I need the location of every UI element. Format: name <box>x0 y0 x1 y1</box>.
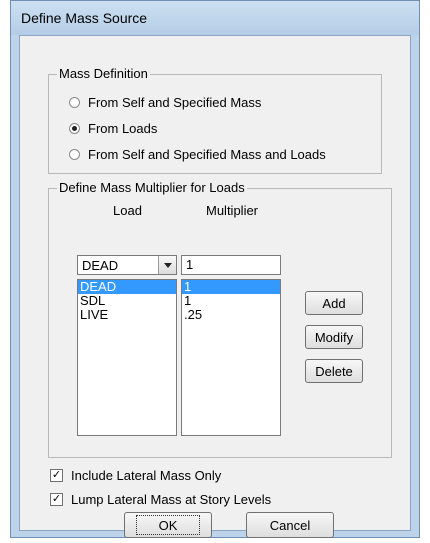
chevron-down-icon <box>163 262 172 268</box>
check-icon: ✓ <box>51 492 62 505</box>
add-button[interactable]: Add <box>305 291 363 315</box>
include-lateral-mass-only-option[interactable]: ✓ Include Lateral Mass Only <box>50 466 221 484</box>
mass-definition-group: Mass Definition From Self and Specified … <box>48 66 382 174</box>
multiplier-list-item[interactable]: .25 <box>182 308 280 322</box>
multiplier-list-item[interactable]: 1 <box>182 280 280 294</box>
dialog-title: Define Mass Source <box>21 10 148 26</box>
load-list[interactable]: DEAD SDL LIVE <box>77 279 177 436</box>
modify-button[interactable]: Modify <box>305 325 363 349</box>
radio-button-selected[interactable] <box>69 122 80 134</box>
radio-option-self-specified[interactable]: From Self and Specified Mass <box>69 93 261 111</box>
define-mass-source-dialog: Define Mass Source Mass Definition From … <box>10 0 420 538</box>
load-combo-value: DEAD <box>82 257 119 273</box>
multiplier-input[interactable]: 1 <box>181 255 281 275</box>
multiplier-list[interactable]: 1 1 .25 <box>181 279 281 436</box>
include-lateral-mass-only-checkbox[interactable]: ✓ <box>50 468 63 482</box>
dialog-client-area: Mass Definition From Self and Specified … <box>19 35 411 538</box>
mass-multiplier-group-label: Define Mass Multiplier for Loads <box>57 180 247 196</box>
dialog-titlebar: Define Mass Source <box>11 1 419 35</box>
load-list-item[interactable]: SDL <box>78 294 176 308</box>
multiplier-list-item[interactable]: 1 <box>182 294 280 308</box>
load-combo-dropdown-button[interactable] <box>158 256 176 274</box>
multiplier-column-header: Multiplier <box>206 203 259 218</box>
load-list-item[interactable]: DEAD <box>78 280 176 294</box>
mass-definition-group-label: Mass Definition <box>57 66 150 82</box>
radio-option-self-specified-loads[interactable]: From Self and Specified Mass and Loads <box>69 145 326 163</box>
mass-multiplier-group: Define Mass Multiplier for Loads Load Mu… <box>48 180 392 458</box>
lump-lateral-mass-checkbox[interactable]: ✓ <box>50 492 63 506</box>
radio-label: From Loads <box>88 120 158 136</box>
ok-button[interactable]: OK <box>124 512 212 538</box>
radio-label: From Self and Specified Mass and Loads <box>88 146 326 162</box>
delete-button[interactable]: Delete <box>305 359 363 383</box>
ok-button-label: OK <box>158 517 178 533</box>
lump-lateral-mass-option[interactable]: ✓ Lump Lateral Mass at Story Levels <box>50 490 271 508</box>
check-icon: ✓ <box>51 468 62 481</box>
radio-option-from-loads[interactable]: From Loads <box>69 119 157 137</box>
load-column-header: Load <box>113 203 142 218</box>
ok-button-focus-ring: OK <box>136 515 200 535</box>
radio-button[interactable] <box>69 96 80 108</box>
cancel-button[interactable]: Cancel <box>246 512 334 538</box>
lump-lateral-mass-label: Lump Lateral Mass at Story Levels <box>71 491 272 507</box>
radio-button[interactable] <box>69 148 80 160</box>
load-combo[interactable]: DEAD <box>77 255 177 275</box>
load-list-item[interactable]: LIVE <box>78 308 176 322</box>
radio-label: From Self and Specified Mass <box>88 94 262 110</box>
include-lateral-mass-only-label: Include Lateral Mass Only <box>71 467 222 483</box>
